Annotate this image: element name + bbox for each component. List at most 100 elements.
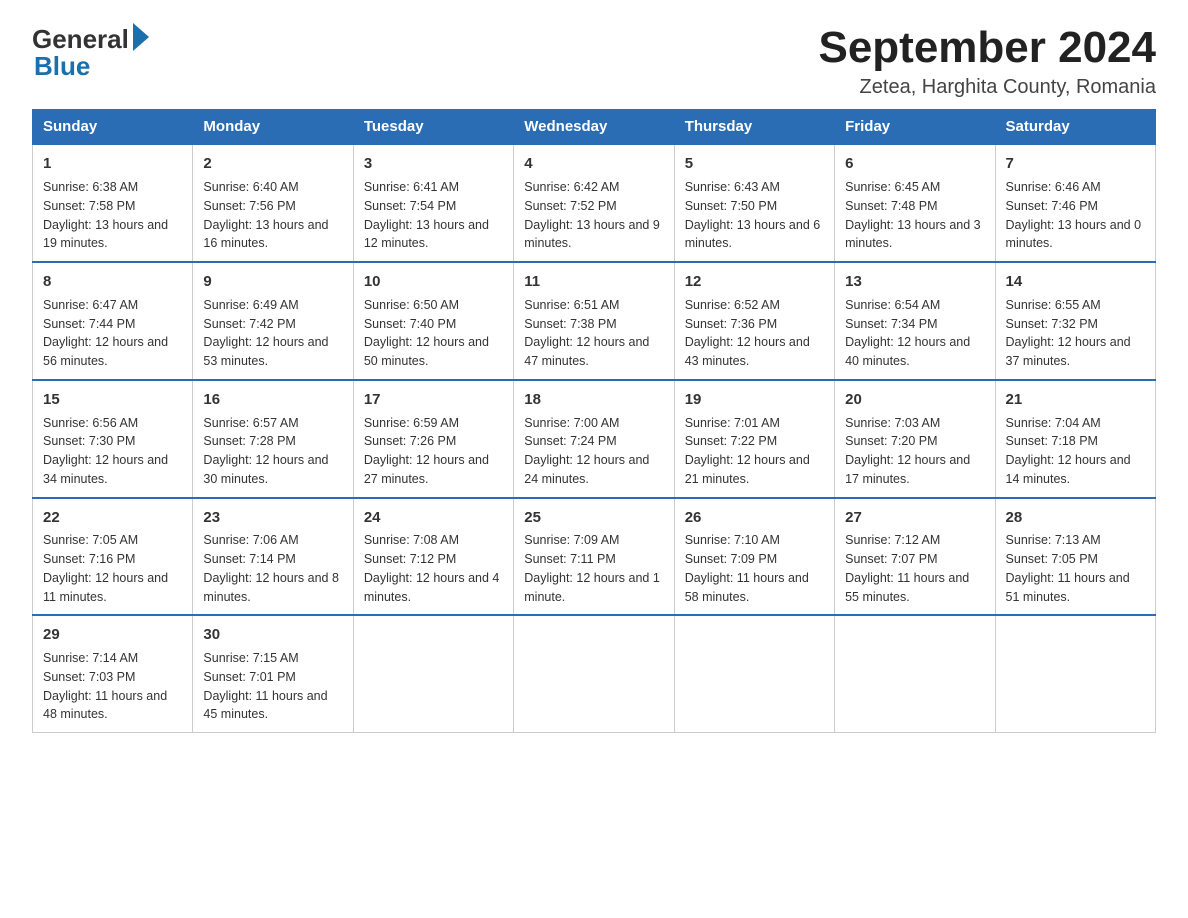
logo: General Blue xyxy=(32,24,149,82)
calendar-day-cell: 19 Sunrise: 7:01 AMSunset: 7:22 PMDayligh… xyxy=(674,380,834,498)
day-info: Sunrise: 6:55 AMSunset: 7:32 PMDaylight:… xyxy=(1006,296,1145,371)
day-number: 21 xyxy=(1006,389,1145,411)
day-number: 18 xyxy=(524,389,663,411)
day-of-week-header: Friday xyxy=(835,110,995,145)
calendar-day-cell: 20 Sunrise: 7:03 AMSunset: 7:20 PMDayligh… xyxy=(835,380,995,498)
calendar-day-cell xyxy=(835,615,995,732)
calendar-day-cell: 6Sunrise: 6:45 AMSunset: 7:48 PMDaylight… xyxy=(835,144,995,262)
calendar-week-row: 29 Sunrise: 7:14 AMSunset: 7:03 PMDayligh… xyxy=(33,615,1156,732)
calendar-day-cell xyxy=(674,615,834,732)
logo-blue-text: Blue xyxy=(34,51,90,82)
day-info: Sunrise: 6:49 AMSunset: 7:42 PMDaylight:… xyxy=(203,296,342,371)
calendar-day-cell: 23Sunrise: 7:06 AMSunset: 7:14 PMDayligh… xyxy=(193,498,353,616)
day-number: 14 xyxy=(1006,271,1145,293)
day-info: Sunrise: 6:57 AMSunset: 7:28 PMDaylight:… xyxy=(203,414,342,489)
day-info: Sunrise: 6:42 AMSunset: 7:52 PMDaylight:… xyxy=(524,178,663,253)
day-of-week-header: Monday xyxy=(193,110,353,145)
day-of-week-header: Wednesday xyxy=(514,110,674,145)
day-info: Sunrise: 7:09 AMSunset: 7:11 PMDaylight:… xyxy=(524,531,663,606)
day-number: 15 xyxy=(43,389,182,411)
day-number: 24 xyxy=(364,507,503,529)
calendar-day-cell: 10Sunrise: 6:50 AMSunset: 7:40 PMDayligh… xyxy=(353,262,513,380)
day-info: Sunrise: 7:04 AMSunset: 7:18 PMDaylight:… xyxy=(1006,414,1145,489)
day-number: 7 xyxy=(1006,153,1145,175)
day-of-week-header: Saturday xyxy=(995,110,1155,145)
day-number: 22 xyxy=(43,507,182,529)
day-number: 6 xyxy=(845,153,984,175)
calendar-day-cell: 8 Sunrise: 6:47 AMSunset: 7:44 PMDaylight… xyxy=(33,262,193,380)
calendar-day-cell: 3Sunrise: 6:41 AMSunset: 7:54 PMDaylight… xyxy=(353,144,513,262)
day-number: 29 xyxy=(43,624,182,646)
day-info: Sunrise: 6:54 AMSunset: 7:34 PMDaylight:… xyxy=(845,296,984,371)
calendar-day-cell: 5 Sunrise: 6:43 AMSunset: 7:50 PMDaylight… xyxy=(674,144,834,262)
calendar-day-cell: 24Sunrise: 7:08 AMSunset: 7:12 PMDayligh… xyxy=(353,498,513,616)
logo-arrow-icon xyxy=(133,23,149,51)
calendar-day-cell: 7 Sunrise: 6:46 AMSunset: 7:46 PMDaylight… xyxy=(995,144,1155,262)
calendar-day-cell xyxy=(353,615,513,732)
day-of-week-header: Sunday xyxy=(33,110,193,145)
calendar-day-cell: 13Sunrise: 6:54 AMSunset: 7:34 PMDayligh… xyxy=(835,262,995,380)
calendar-week-row: 1 Sunrise: 6:38 AMSunset: 7:58 PMDaylight… xyxy=(33,144,1156,262)
day-number: 8 xyxy=(43,271,182,293)
day-number: 5 xyxy=(685,153,824,175)
calendar-day-cell: 15 Sunrise: 6:56 AMSunset: 7:30 PMDayligh… xyxy=(33,380,193,498)
day-number: 9 xyxy=(203,271,342,293)
day-info: Sunrise: 7:14 AMSunset: 7:03 PMDaylight:… xyxy=(43,649,182,724)
calendar-table: SundayMondayTuesdayWednesdayThursdayFrid… xyxy=(32,109,1156,733)
day-info: Sunrise: 6:46 AMSunset: 7:46 PMDaylight:… xyxy=(1006,178,1145,253)
page-header: General Blue September 2024 Zetea, Hargh… xyxy=(32,24,1156,99)
day-number: 2 xyxy=(203,153,342,175)
calendar-week-row: 22Sunrise: 7:05 AMSunset: 7:16 PMDayligh… xyxy=(33,498,1156,616)
day-info: Sunrise: 6:59 AMSunset: 7:26 PMDaylight:… xyxy=(364,414,503,489)
calendar-day-cell: 1 Sunrise: 6:38 AMSunset: 7:58 PMDaylight… xyxy=(33,144,193,262)
day-info: Sunrise: 7:01 AMSunset: 7:22 PMDaylight:… xyxy=(685,414,824,489)
calendar-day-cell: 2Sunrise: 6:40 AMSunset: 7:56 PMDaylight… xyxy=(193,144,353,262)
day-info: Sunrise: 7:05 AMSunset: 7:16 PMDaylight:… xyxy=(43,531,182,606)
calendar-day-cell: 30 Sunrise: 7:15 AMSunset: 7:01 PMDayligh… xyxy=(193,615,353,732)
day-info: Sunrise: 7:00 AMSunset: 7:24 PMDaylight:… xyxy=(524,414,663,489)
day-number: 20 xyxy=(845,389,984,411)
day-number: 30 xyxy=(203,624,342,646)
day-info: Sunrise: 7:12 AMSunset: 7:07 PMDaylight:… xyxy=(845,531,984,606)
calendar-week-row: 8 Sunrise: 6:47 AMSunset: 7:44 PMDaylight… xyxy=(33,262,1156,380)
day-info: Sunrise: 7:08 AMSunset: 7:12 PMDaylight:… xyxy=(364,531,503,606)
location-subtitle: Zetea, Harghita County, Romania xyxy=(818,76,1156,99)
calendar-day-cell: 9 Sunrise: 6:49 AMSunset: 7:42 PMDaylight… xyxy=(193,262,353,380)
calendar-day-cell: 21 Sunrise: 7:04 AMSunset: 7:18 PMDayligh… xyxy=(995,380,1155,498)
calendar-day-cell: 27Sunrise: 7:12 AMSunset: 7:07 PMDayligh… xyxy=(835,498,995,616)
day-of-week-header: Tuesday xyxy=(353,110,513,145)
day-number: 1 xyxy=(43,153,182,175)
day-number: 3 xyxy=(364,153,503,175)
calendar-day-cell: 18 Sunrise: 7:00 AMSunset: 7:24 PMDayligh… xyxy=(514,380,674,498)
day-number: 28 xyxy=(1006,507,1145,529)
day-number: 4 xyxy=(524,153,663,175)
calendar-header-row: SundayMondayTuesdayWednesdayThursdayFrid… xyxy=(33,110,1156,145)
calendar-day-cell: 16Sunrise: 6:57 AMSunset: 7:28 PMDayligh… xyxy=(193,380,353,498)
day-info: Sunrise: 7:15 AMSunset: 7:01 PMDaylight:… xyxy=(203,649,342,724)
day-info: Sunrise: 6:47 AMSunset: 7:44 PMDaylight:… xyxy=(43,296,182,371)
calendar-day-cell xyxy=(995,615,1155,732)
day-number: 25 xyxy=(524,507,663,529)
calendar-day-cell: 14 Sunrise: 6:55 AMSunset: 7:32 PMDayligh… xyxy=(995,262,1155,380)
calendar-day-cell: 11Sunrise: 6:51 AMSunset: 7:38 PMDayligh… xyxy=(514,262,674,380)
day-info: Sunrise: 7:03 AMSunset: 7:20 PMDaylight:… xyxy=(845,414,984,489)
month-year-title: September 2024 xyxy=(818,24,1156,72)
day-info: Sunrise: 6:50 AMSunset: 7:40 PMDaylight:… xyxy=(364,296,503,371)
day-info: Sunrise: 6:38 AMSunset: 7:58 PMDaylight:… xyxy=(43,178,182,253)
day-number: 19 xyxy=(685,389,824,411)
day-number: 11 xyxy=(524,271,663,293)
day-number: 12 xyxy=(685,271,824,293)
day-info: Sunrise: 6:56 AMSunset: 7:30 PMDaylight:… xyxy=(43,414,182,489)
calendar-day-cell xyxy=(514,615,674,732)
calendar-day-cell: 4 Sunrise: 6:42 AMSunset: 7:52 PMDaylight… xyxy=(514,144,674,262)
calendar-day-cell: 29 Sunrise: 7:14 AMSunset: 7:03 PMDayligh… xyxy=(33,615,193,732)
calendar-day-cell: 26Sunrise: 7:10 AMSunset: 7:09 PMDayligh… xyxy=(674,498,834,616)
day-info: Sunrise: 7:10 AMSunset: 7:09 PMDaylight:… xyxy=(685,531,824,606)
day-info: Sunrise: 7:06 AMSunset: 7:14 PMDaylight:… xyxy=(203,531,342,606)
day-number: 23 xyxy=(203,507,342,529)
day-number: 17 xyxy=(364,389,503,411)
calendar-day-cell: 28Sunrise: 7:13 AMSunset: 7:05 PMDayligh… xyxy=(995,498,1155,616)
day-info: Sunrise: 7:13 AMSunset: 7:05 PMDaylight:… xyxy=(1006,531,1145,606)
day-info: Sunrise: 6:43 AMSunset: 7:50 PMDaylight:… xyxy=(685,178,824,253)
day-number: 27 xyxy=(845,507,984,529)
